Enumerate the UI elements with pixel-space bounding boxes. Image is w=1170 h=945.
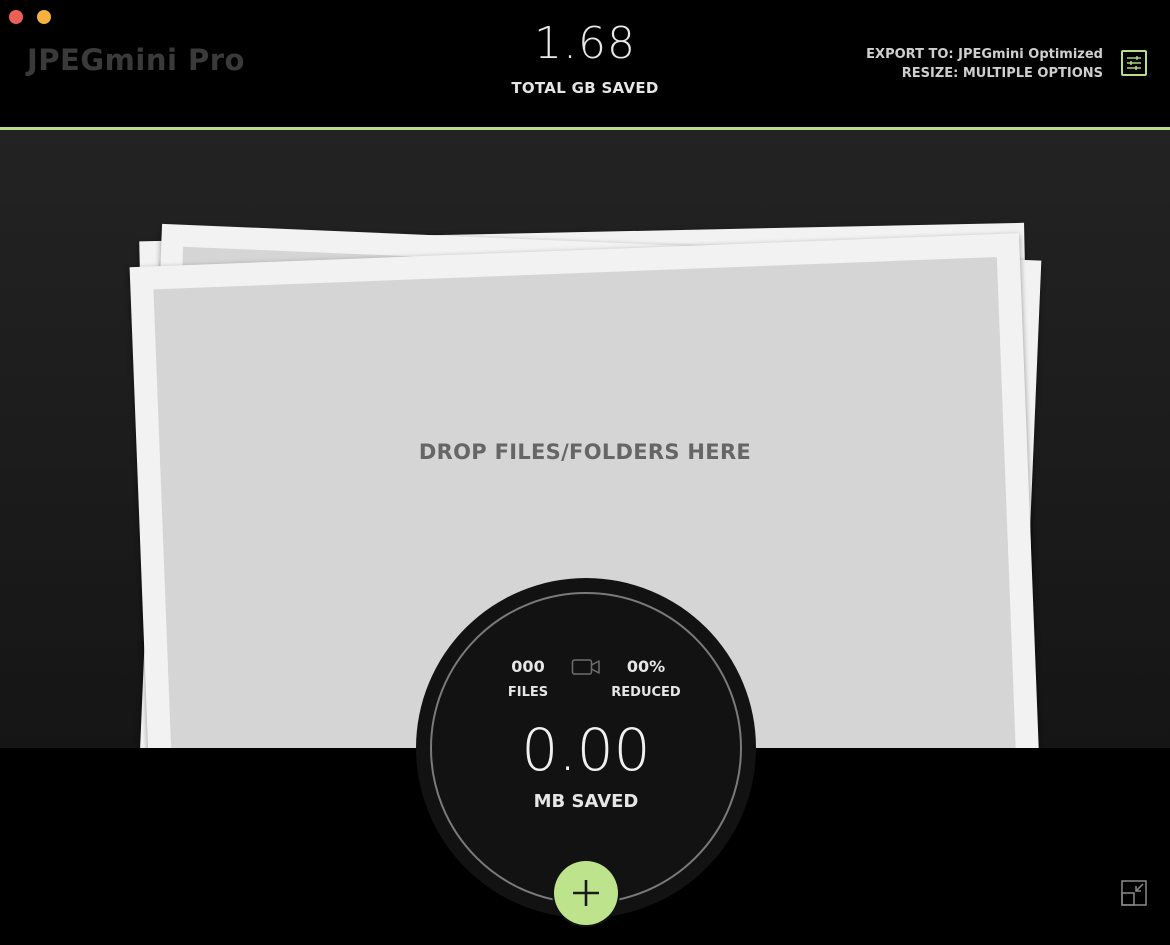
reduced-percent: 00%: [626, 657, 666, 676]
resize-text: RESIZE: MULTIPLE OPTIONS: [901, 66, 1103, 81]
title-bar: JPEGmini Pro 1.68 TOTAL GB SAVED EXPORT …: [0, 0, 1170, 127]
total-saved-value: 1.68: [534, 18, 636, 69]
drop-files-label: DROP FILES/FOLDERS HERE: [418, 440, 752, 464]
collapse-window-icon[interactable]: [1121, 880, 1147, 906]
reduced-label: REDUCED: [611, 685, 681, 700]
mb-saved-value: 0.00: [521, 716, 651, 784]
sliders-icon: [1127, 56, 1141, 70]
plus-icon: [573, 880, 599, 906]
files-label: FILES: [507, 685, 549, 700]
export-to-text: EXPORT TO: JPEGmini Optimized: [866, 47, 1103, 62]
add-files-button[interactable]: [552, 859, 620, 927]
app-title: JPEGmini Pro: [27, 43, 245, 77]
settings-button[interactable]: [1121, 50, 1147, 76]
mb-saved-label: MB SAVED: [533, 791, 639, 812]
window-minimize-button[interactable]: [37, 10, 51, 24]
window-close-button[interactable]: [9, 10, 23, 24]
export-settings-summary[interactable]: EXPORT TO: JPEGmini Optimized RESIZE: MU…: [866, 45, 1103, 83]
video-camera-icon: [571, 659, 600, 675]
total-saved-label: TOTAL GB SAVED: [511, 79, 659, 97]
files-count: 000: [511, 657, 545, 676]
